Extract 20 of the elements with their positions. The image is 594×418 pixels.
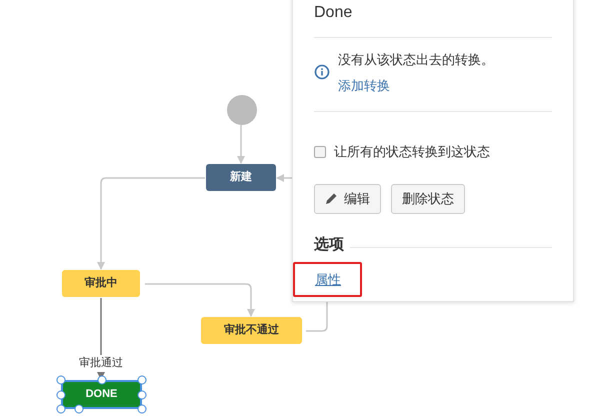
edit-button[interactable]: 编辑 [314,184,381,214]
section-heading: 选项 [314,234,344,254]
resize-handle[interactable] [97,376,106,384]
status-node[interactable]: 审批中 [62,270,140,297]
status-node[interactable]: 新建 [206,164,276,191]
checkbox[interactable] [314,146,326,158]
info-icon [314,64,330,80]
properties-link[interactable]: 属性 [315,270,341,290]
panel-title: Done [314,3,354,23]
transition-label: 审批通过 [78,355,124,372]
add-transition-link[interactable]: 添加转换 [338,76,390,95]
start-node[interactable] [227,95,257,125]
checkbox-label: 让所有的状态转换到这状态 [334,143,490,161]
connector-arrow [276,174,292,182]
info-message: 没有从该状态出去的转换。 [338,51,494,69]
status-node[interactable]: 审批不通过 [201,317,302,344]
delete-status-button[interactable]: 删除状态 [391,184,465,214]
status-node[interactable]: DONE [61,380,142,409]
connector-arrow [237,125,245,164]
pencil-icon [325,192,338,205]
